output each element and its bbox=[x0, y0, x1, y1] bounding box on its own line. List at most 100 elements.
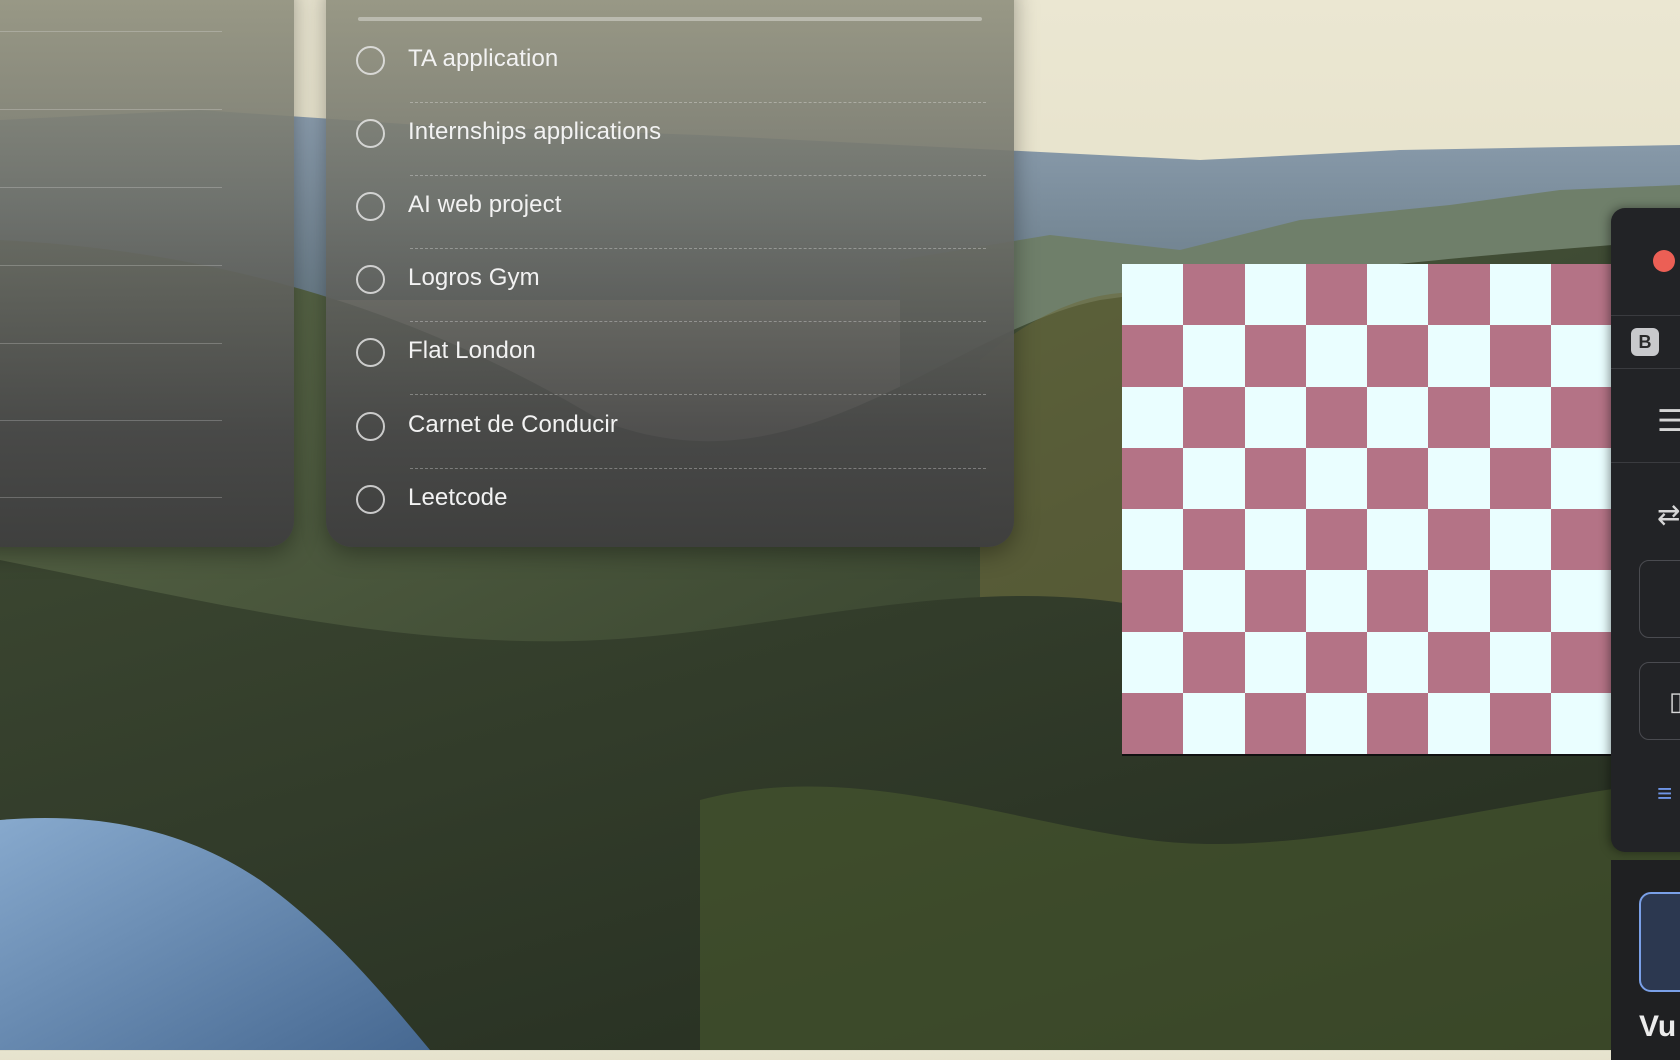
checker-square bbox=[1489, 325, 1551, 387]
option-card[interactable] bbox=[1639, 560, 1680, 638]
list-divider bbox=[0, 109, 222, 110]
checker-square bbox=[1183, 631, 1245, 693]
checker-square bbox=[1550, 509, 1612, 571]
checker-square bbox=[1367, 447, 1429, 509]
swap-icon[interactable]: ⇄ bbox=[1657, 498, 1680, 531]
checker-square bbox=[1122, 631, 1184, 693]
checker-square bbox=[1428, 631, 1490, 693]
checker-square bbox=[1428, 509, 1490, 571]
checker-square bbox=[1367, 264, 1429, 326]
checker-square bbox=[1122, 325, 1184, 387]
checker-square bbox=[1183, 264, 1245, 326]
checker-square bbox=[1489, 447, 1551, 509]
checker-square bbox=[1244, 509, 1306, 571]
task-item[interactable]: Leetcode bbox=[356, 469, 986, 542]
checker-square bbox=[1183, 570, 1245, 632]
checker-square bbox=[1183, 692, 1245, 754]
list-divider bbox=[0, 31, 222, 32]
menu-icon[interactable]: ☰ bbox=[1657, 404, 1680, 439]
filter-icon[interactable]: ≡ bbox=[1657, 778, 1672, 809]
partial-heading: Vu bbox=[1639, 1010, 1677, 1043]
reminders-list-widget-left bbox=[0, 0, 294, 547]
window-divider bbox=[1611, 462, 1680, 463]
checker-square bbox=[1367, 509, 1429, 571]
app-window-lower: Vu bbox=[1611, 860, 1680, 1060]
checker-square bbox=[1550, 631, 1612, 693]
task-item[interactable]: Logros Gym bbox=[356, 249, 986, 322]
task-item[interactable]: TA application bbox=[356, 30, 986, 103]
checker-square bbox=[1489, 264, 1551, 326]
checker-square bbox=[1122, 509, 1184, 571]
checker-square bbox=[1305, 264, 1367, 326]
checkbox-circle-icon[interactable] bbox=[356, 46, 385, 75]
checker-square bbox=[1244, 386, 1306, 448]
selected-field[interactable] bbox=[1639, 892, 1680, 992]
task-item[interactable]: Carnet de Conducir bbox=[356, 396, 986, 469]
task-label: Logros Gym bbox=[408, 264, 540, 291]
checker-square bbox=[1550, 447, 1612, 509]
checker-square bbox=[1244, 570, 1306, 632]
checkbox-circle-icon[interactable] bbox=[356, 338, 385, 367]
task-item[interactable]: Internships applications bbox=[356, 103, 986, 176]
task-label: Carnet de Conducir bbox=[408, 411, 618, 438]
b-badge-icon[interactable]: B bbox=[1631, 328, 1659, 356]
checker-square bbox=[1244, 264, 1306, 326]
checker-square bbox=[1244, 447, 1306, 509]
checker-square bbox=[1122, 570, 1184, 632]
checker-square bbox=[1428, 386, 1490, 448]
checkbox-circle-icon[interactable] bbox=[356, 412, 385, 441]
checker-square bbox=[1244, 325, 1306, 387]
checkbox-circle-icon[interactable] bbox=[356, 119, 385, 148]
checker-square bbox=[1367, 325, 1429, 387]
list-divider bbox=[0, 265, 222, 266]
window-divider bbox=[1611, 315, 1680, 316]
task-item[interactable]: Flat London bbox=[356, 322, 986, 395]
checker-square bbox=[1244, 631, 1306, 693]
checker-square bbox=[1244, 692, 1306, 754]
checker-square bbox=[1305, 570, 1367, 632]
checkbox-circle-icon[interactable] bbox=[356, 192, 385, 221]
task-label: Flat London bbox=[408, 337, 536, 364]
checker-square bbox=[1550, 325, 1612, 387]
reminders-widget: TA application Internships applications … bbox=[326, 0, 1014, 547]
checker-square bbox=[1550, 692, 1612, 754]
task-label: TA application bbox=[408, 45, 559, 72]
checker-square bbox=[1122, 386, 1184, 448]
checker-square bbox=[1305, 631, 1367, 693]
checker-square bbox=[1367, 631, 1429, 693]
checker-square bbox=[1367, 570, 1429, 632]
calendar-icon: ▯ bbox=[1669, 686, 1680, 716]
checkerboard-image bbox=[1122, 264, 1612, 754]
task-item[interactable]: AI web project bbox=[356, 176, 986, 249]
checker-square bbox=[1489, 631, 1551, 693]
list-divider bbox=[0, 343, 222, 344]
checker-square bbox=[1122, 264, 1184, 326]
checker-square bbox=[1305, 447, 1367, 509]
checker-square bbox=[1305, 325, 1367, 387]
checker-square bbox=[1428, 264, 1490, 326]
checkbox-circle-icon[interactable] bbox=[356, 265, 385, 294]
window-divider bbox=[1611, 368, 1680, 369]
checker-square bbox=[1428, 447, 1490, 509]
checker-square bbox=[1122, 692, 1184, 754]
close-button[interactable] bbox=[1653, 250, 1675, 272]
task-divider bbox=[410, 394, 986, 395]
task-label: Leetcode bbox=[408, 484, 508, 511]
task-label: AI web project bbox=[408, 191, 562, 218]
checker-square bbox=[1122, 447, 1184, 509]
checker-square bbox=[1183, 325, 1245, 387]
checker-square bbox=[1489, 509, 1551, 571]
checker-square bbox=[1183, 509, 1245, 571]
checker-square bbox=[1428, 325, 1490, 387]
checker-square bbox=[1550, 264, 1612, 326]
app-window-partial: B ☰ ⇄ ▯ ≡ bbox=[1611, 208, 1680, 852]
checkbox-circle-icon[interactable] bbox=[356, 485, 385, 514]
checker-square bbox=[1367, 692, 1429, 754]
header-divider bbox=[358, 17, 982, 21]
task-label: Internships applications bbox=[408, 118, 662, 145]
list-divider bbox=[0, 187, 222, 188]
checker-square bbox=[1550, 570, 1612, 632]
checker-square bbox=[1428, 692, 1490, 754]
checker-square bbox=[1489, 570, 1551, 632]
checker-square bbox=[1428, 570, 1490, 632]
